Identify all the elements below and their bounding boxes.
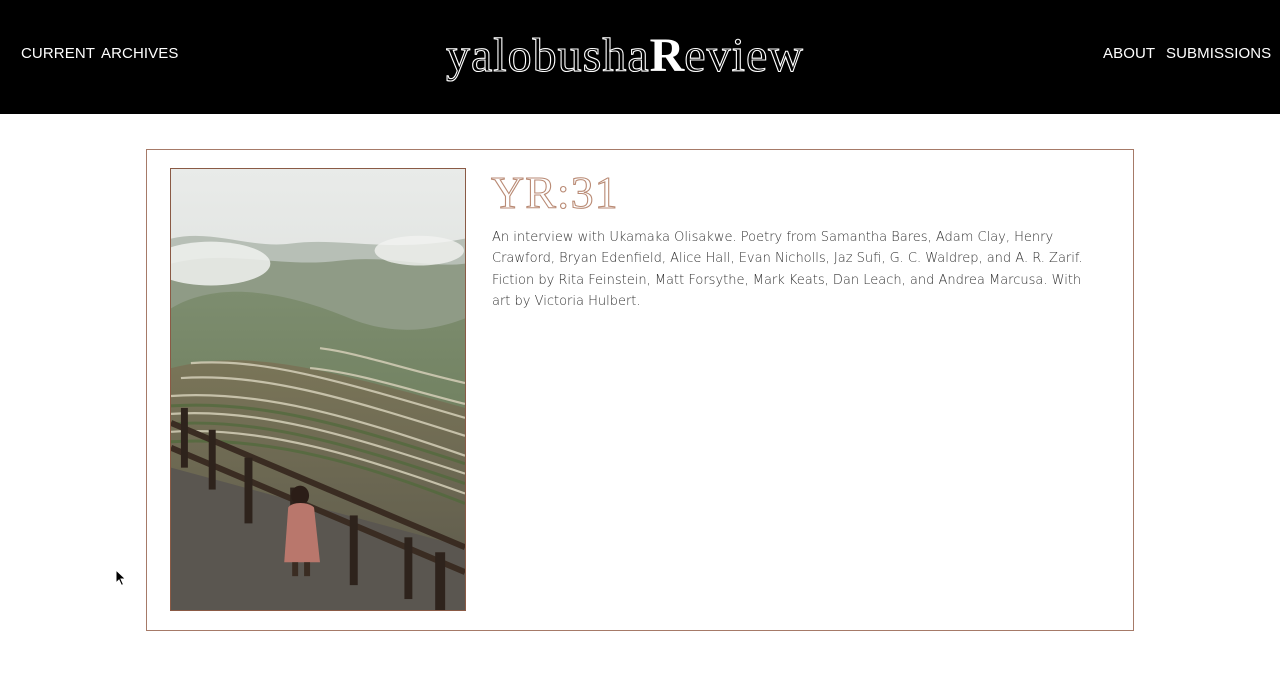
issue-card: YR:31 An interview with Ukamaka Olisakwe… (146, 149, 1134, 631)
mouse-cursor-icon (115, 569, 127, 587)
rice-terraces-illustration (171, 169, 465, 610)
issue-title[interactable]: YR:31 (490, 167, 619, 218)
nav-archives[interactable]: ARCHIVES (101, 45, 179, 62)
logo-text-r: R (649, 29, 685, 82)
nav-about[interactable]: ABOUT (1103, 45, 1155, 62)
nav-submissions[interactable]: SUBMISSIONS (1166, 45, 1271, 62)
site-header: CURRENT ARCHIVES yalobushaReview ABOUT S… (0, 0, 1280, 114)
logo-text-yalobusha: yalobusha (445, 28, 650, 82)
issue-description: An interview with Ukamaka Olisakwe. Poet… (492, 230, 1083, 309)
nav-current[interactable]: CURRENT (21, 45, 95, 62)
issue-cover-image[interactable] (170, 168, 466, 611)
site-logo[interactable]: yalobushaReview (445, 26, 836, 86)
logo-text-eview: eview (684, 28, 804, 82)
